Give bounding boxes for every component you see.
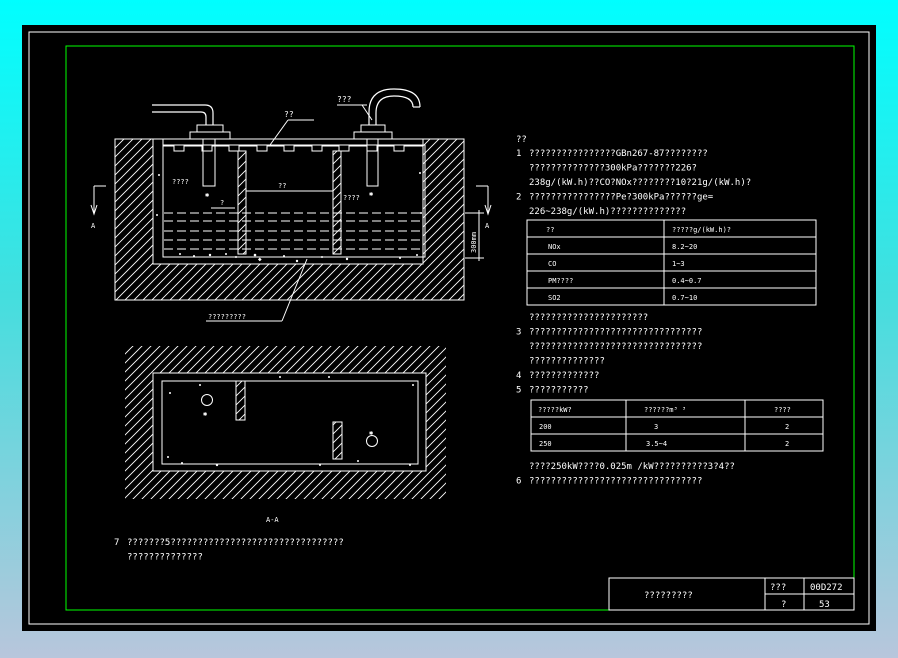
tank-outer-wall	[152, 138, 424, 265]
plan-baffle-left	[235, 380, 246, 421]
page-label: ?	[781, 600, 786, 610]
note-number: 2	[516, 193, 521, 203]
section-mark-left: A	[91, 222, 96, 230]
page-number: 53	[819, 600, 830, 610]
notes-block-2: ?????????????????????? 3?????????????????…	[516, 313, 702, 396]
note-number: 4	[516, 371, 521, 381]
table2-cell: 250	[539, 440, 552, 448]
table1-cell: PM????	[548, 277, 573, 285]
emission-table: ?? ?????g/(kW.h)? NOx 8.2~20 CO 1~3 PM??…	[526, 219, 817, 306]
notes-block-4: 7 ???????5???????????????????????????????…	[114, 538, 344, 563]
table2-cell: 2	[785, 423, 789, 431]
table2-cell: 2	[785, 440, 789, 448]
inner-frame	[65, 45, 855, 611]
table1-header-1: ?????g/(kW.h)?	[672, 226, 731, 234]
table2-header-2: ????	[774, 406, 791, 414]
table1-header-0: ??	[546, 226, 554, 234]
table2-cell: 3	[654, 423, 658, 431]
note-line: 226~238g/(kW.h)??????????????	[529, 207, 686, 217]
table1-cell: SO2	[548, 294, 561, 302]
note-line: ??????????????????????	[529, 313, 648, 323]
table1-cell: 0.7~10	[672, 294, 697, 302]
note-line: ??????????????	[529, 357, 605, 367]
cad-drawing: ✱ ✱ ?? ??? ???? ???? ?? ? ◆ A A 300mm ??…	[28, 31, 870, 625]
note-number: 7	[114, 538, 119, 548]
note-line: ????????????????????????????????	[529, 328, 702, 338]
table1-cell: CO	[548, 260, 556, 268]
note-line: ????????????????Pe?300kPa??????ge=	[529, 193, 714, 203]
tank-section-view: ✱ ✱ ?? ??? ???? ???? ?? ? ◆ A A 300mm ??…	[90, 88, 492, 322]
title-block: ????????? ??? 00D272 ? 53	[608, 577, 855, 611]
note-line: ???????5????????????????????????????????	[127, 538, 344, 548]
table1-cell: 1~3	[672, 260, 685, 268]
notes-heading: ??	[516, 135, 527, 145]
section-mark-right: A	[485, 222, 490, 230]
drawing-title: ?????????	[644, 591, 693, 601]
table1-cell: NOx	[548, 243, 561, 251]
note-line: ??????????????300kPa???????226?	[529, 164, 697, 174]
note-line: ????????????????????????????????	[529, 477, 702, 487]
note-line: 238g/(kW.h)??CO?NOx????????10?21g/(kW.h)…	[529, 178, 751, 188]
tank-plan-view: ✱ ✱ A-A	[125, 346, 446, 524]
depth-dimension: 300mm	[470, 232, 478, 253]
table2-header-0: ?????kW?	[538, 406, 572, 414]
partition-mid-label: ??	[278, 182, 286, 190]
table1-cell: 8.2~20	[672, 243, 697, 251]
note-line: ???????????	[529, 386, 589, 396]
drawing-sheet: ✱ ✱ ?? ??? ???? ???? ?? ? ◆ A A 300mm ??…	[22, 25, 876, 631]
note-line: ?????????????	[529, 371, 599, 381]
note-number: 1	[516, 149, 521, 159]
baffle-label: ?	[220, 199, 224, 207]
note-line: ????250kW????0.025m /kW??????????3?4??	[529, 462, 735, 472]
partition-right	[332, 150, 342, 255]
note-number: 5	[516, 386, 521, 396]
table2-header-1: ??????m³ ³	[644, 406, 686, 414]
note-line: ??????????????	[127, 553, 203, 563]
cover-plate-label: ??	[284, 110, 294, 119]
inlet-pipe-label: ???	[337, 95, 352, 104]
chamber-right-label: ????	[343, 194, 360, 202]
note-line: ????????????????GBn267-87????????	[529, 149, 708, 159]
notes-block-1: 1 ????????????????GBn267-87??????????????…	[516, 149, 751, 217]
chamber-left-label: ????	[172, 178, 189, 186]
atlas-label: ???	[770, 583, 786, 593]
atlas-number: 00D272	[810, 583, 843, 593]
slab-note-label: ?????????	[208, 313, 246, 321]
outer-frame	[28, 31, 870, 625]
notes-block-3: ????250kW????0.025m /kW??????????3?4?? 6?…	[516, 462, 735, 487]
plan-baffle-right	[332, 421, 343, 460]
note-number: 6	[516, 477, 521, 487]
note-line: ????????????????????????????????	[529, 342, 702, 352]
plan-outer-wall	[152, 372, 427, 472]
capacity-table: ?????kW? ??????m³ ³ ???? 200 3 2 250 3.5…	[530, 399, 824, 452]
note-number: 3	[516, 328, 521, 338]
table2-cell: 200	[539, 423, 552, 431]
table2-cell: 3.5~4	[646, 440, 667, 448]
svg-text:◆: ◆	[258, 256, 262, 263]
table1-cell: 0.4~0.7	[672, 277, 702, 285]
section-title: A-A	[266, 516, 279, 524]
partition-left	[237, 150, 247, 255]
